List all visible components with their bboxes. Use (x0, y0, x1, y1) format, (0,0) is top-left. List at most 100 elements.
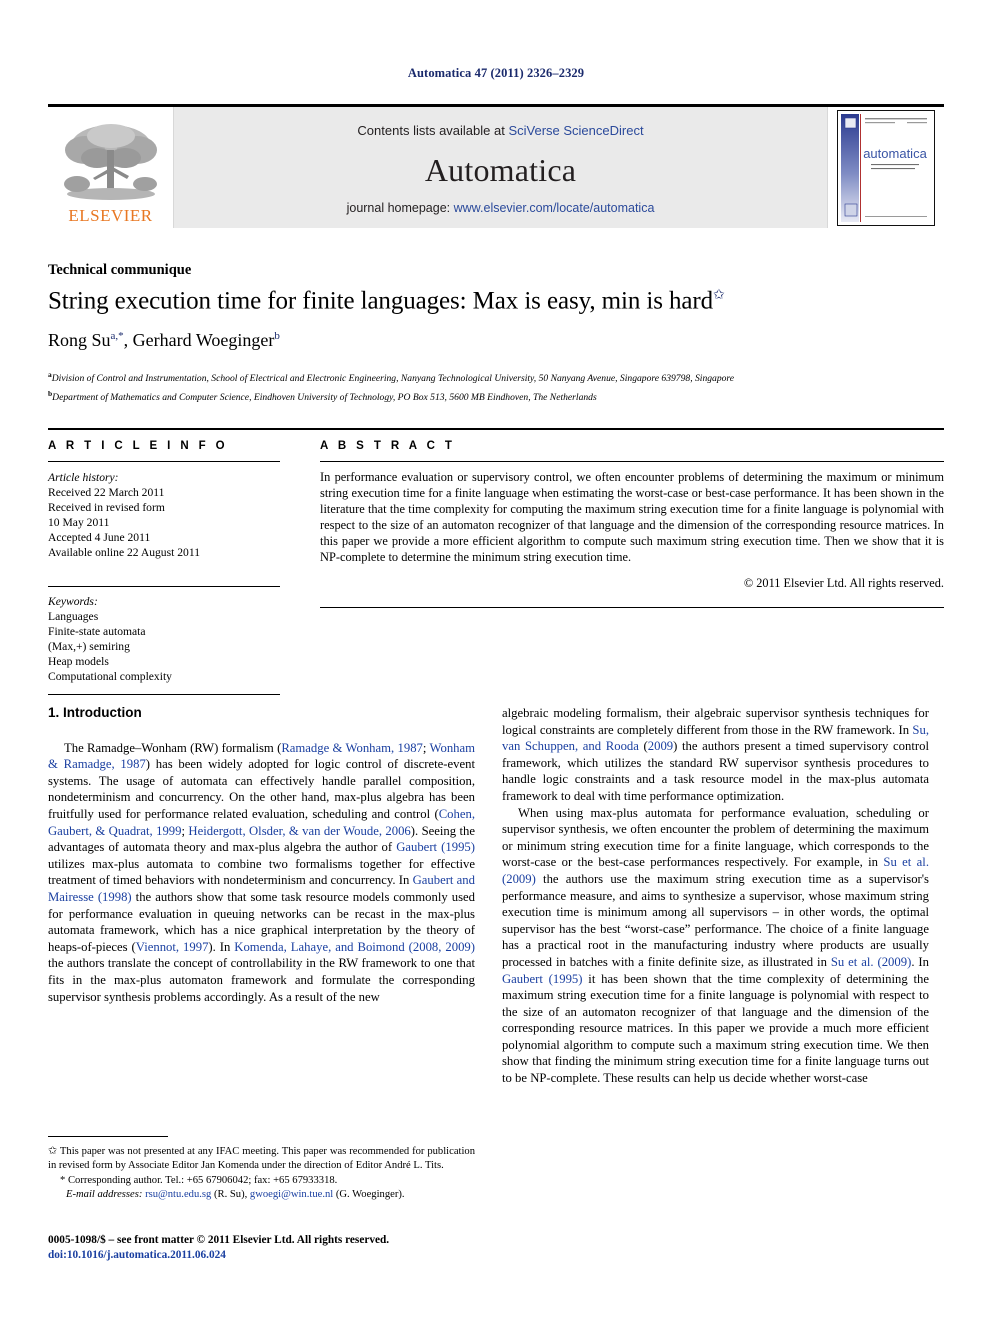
imprint-front-matter: 0005-1098/$ – see front matter © 2011 El… (48, 1234, 390, 1246)
body-column-left: 1. Introduction The Ramadge–Wonham (RW) … (48, 705, 475, 1005)
citation-link[interactable]: Gaubert (1995) (396, 840, 475, 854)
footnote-emails: E-mail addresses: rsu@ntu.edu.sg (R. Su)… (66, 1189, 405, 1201)
body-column-right: algebraic modeling formalism, their alge… (502, 705, 929, 1087)
sciencedirect-link[interactable]: SciVerse ScienceDirect (508, 123, 643, 138)
keywords-block: Keywords: Languages Finite-state automat… (48, 586, 280, 695)
citation-link[interactable]: Gaubert (1995) (502, 972, 583, 986)
article-info-heading: A R T I C L E I N F O (48, 440, 229, 452)
article-info-rule (48, 461, 280, 462)
author-name: Gerhard Woeginger (132, 330, 275, 350)
footnote-corresponding: * Corresponding author. Tel.: +65 679060… (48, 1174, 475, 1188)
body-text-run: ( (638, 739, 648, 754)
keyword-item: Finite-state automata (48, 625, 146, 638)
doi-label: doi: (48, 1249, 67, 1261)
running-head: Automatica 47 (2011) 2326–2329 (407, 66, 585, 80)
keyword-item: Languages (48, 610, 99, 623)
info-block-top-rule (48, 428, 944, 430)
email-owner: (G. Woeginger) (335, 1189, 402, 1201)
abstract-text: In performance evaluation or supervisory… (320, 470, 944, 564)
citation-link[interactable]: Komenda, Lahaye, and Boimond (2008, 2009… (234, 940, 475, 954)
keywords-bottom-rule (48, 694, 280, 695)
footnote-star-text: This paper was not presented at any IFAC… (48, 1146, 475, 1172)
doi-value[interactable]: 10.1016/j.automatica.2011.06.024 (67, 1249, 226, 1261)
article-info-block: A R T I C L E I N F O Article history: R… (48, 440, 280, 695)
author-name: Rong Su (48, 330, 111, 350)
keywords-top-rule (48, 586, 280, 587)
citation-link[interactable]: Heidergott, Olsder, & van der Woude, 200… (188, 824, 410, 838)
affiliation-text: Division of Control and Instrumentation,… (51, 373, 735, 385)
body-text-run: When using max-plus automata for perform… (502, 805, 929, 870)
citation-link[interactable]: Viennot, 1997 (136, 940, 209, 954)
email-address[interactable]: rsu@ntu.edu.sg (145, 1189, 211, 1200)
svg-text:automatica: automatica (863, 146, 927, 161)
body-paragraph: algebraic modeling formalism, their alge… (502, 705, 929, 805)
article-history-label: Article history: (48, 471, 119, 484)
body-text-run: the authors translate the concept of con… (48, 956, 475, 1004)
body-text-run: . In (911, 954, 929, 969)
title-text: String execution time for finite languag… (48, 287, 714, 315)
author-affiliation-marks[interactable]: b (274, 330, 280, 342)
abstract-heading: A B S T R A C T (320, 440, 456, 452)
journal-title: Automatica (424, 151, 577, 188)
paper-page: Automatica 47 (2011) 2326–2329 ELSEVIER … (0, 0, 992, 1323)
section-heading-introduction: 1. Introduction (48, 705, 142, 720)
abstract-bottom-rule (320, 607, 944, 609)
history-item: Available online 22 August 2011 (48, 546, 200, 559)
body-text-run: ). In (208, 939, 235, 954)
body-text-run: ; (422, 740, 430, 755)
elsevier-tree-icon (63, 124, 157, 200)
affiliation-list: aDivision of Control and Instrumentation… (48, 368, 938, 405)
footnote-corresponding-text: Corresponding author. Tel.: +65 67906042… (67, 1174, 338, 1186)
cover-image: automatica (837, 109, 935, 226)
affiliation-item: bDepartment of Mathematics and Computer … (48, 387, 938, 406)
footnote-star: ✩ This paper was not presented at any IF… (48, 1144, 475, 1174)
citation-link[interactable]: Su et al. (2009) (831, 955, 911, 969)
history-item: Accepted 4 June 2011 (48, 531, 151, 544)
affiliation-item: aDivision of Control and Instrumentation… (48, 368, 938, 387)
article-type-label: Technical communique (48, 262, 192, 278)
contents-available-line: Contents lists available at SciVerse Sci… (357, 123, 643, 138)
keyword-item: Computational complexity (48, 670, 172, 683)
journal-masthead: ELSEVIER Contents lists available at Sci… (48, 104, 944, 228)
body-paragraph: When using max-plus automata for perform… (502, 805, 929, 1087)
email-address[interactable]: gwoegi@win.tue.nl (250, 1189, 333, 1200)
body-text-run: utilizes max-plus automata to combine tw… (48, 856, 475, 888)
body-text-run: it has been shown that the time complexi… (502, 971, 929, 1086)
footnote-star-marker: ✩ (48, 1145, 58, 1157)
citation-link[interactable]: Ramadge & Wonham, 1987 (281, 741, 423, 755)
keywords-list: Languages Finite-state automata (Max,+) … (48, 609, 280, 684)
homepage-link[interactable]: www.elsevier.com/locate/automatica (454, 201, 655, 215)
affiliation-text: Department of Mathematics and Computer S… (52, 391, 597, 403)
elsevier-wordmark: ELSEVIER (68, 206, 153, 225)
journal-cover-thumbnail: automatica (827, 107, 944, 228)
abstract-rule (320, 461, 944, 462)
history-item: Received in revised form (48, 501, 165, 514)
page-title: String execution time for finite languag… (48, 287, 938, 315)
elsevier-logo: ELSEVIER (48, 107, 174, 228)
homepage-prefix: journal homepage: (346, 200, 454, 215)
history-item: Received 22 March 2011 (48, 486, 165, 499)
footnote-separator (48, 1136, 168, 1137)
email-owner: (R. Su) (213, 1189, 245, 1201)
keyword-item: (Max,+) semiring (48, 640, 130, 653)
article-history-list: Received 22 March 2011 Received in revis… (48, 485, 280, 560)
title-footnote-marker[interactable]: ✩ (713, 288, 725, 303)
citation-link[interactable]: 2009 (648, 739, 673, 753)
footnote-corresponding-marker: * (60, 1174, 66, 1186)
history-item: 10 May 2011 (48, 516, 110, 529)
author-list: Rong Sua,*, Gerhard Woegingerb (48, 330, 280, 350)
abstract-block: A B S T R A C T In performance evaluatio… (320, 440, 944, 609)
footnote-block: ✩ This paper was not presented at any IF… (48, 1144, 475, 1203)
imprint-doi: doi:10.1016/j.automatica.2011.06.024 (48, 1248, 508, 1263)
author-affiliation-marks[interactable]: a,* (111, 330, 124, 342)
body-paragraph: The Ramadge–Wonham (RW) formalism (Ramad… (48, 740, 475, 1006)
body-text-run: algebraic modeling formalism, their alge… (502, 706, 929, 737)
keyword-item: Heap models (48, 655, 109, 668)
abstract-copyright: © 2011 Elsevier Ltd. All rights reserved… (743, 576, 944, 591)
contents-prefix: Contents lists available at (357, 122, 509, 138)
masthead-center: Contents lists available at SciVerse Sci… (174, 107, 827, 228)
keywords-label: Keywords: (48, 595, 98, 608)
email-addresses-label: E-mail addresses: (66, 1189, 143, 1201)
imprint-block: 0005-1098/$ – see front matter © 2011 El… (48, 1233, 508, 1263)
journal-homepage-line: journal homepage: www.elsevier.com/locat… (347, 201, 655, 215)
